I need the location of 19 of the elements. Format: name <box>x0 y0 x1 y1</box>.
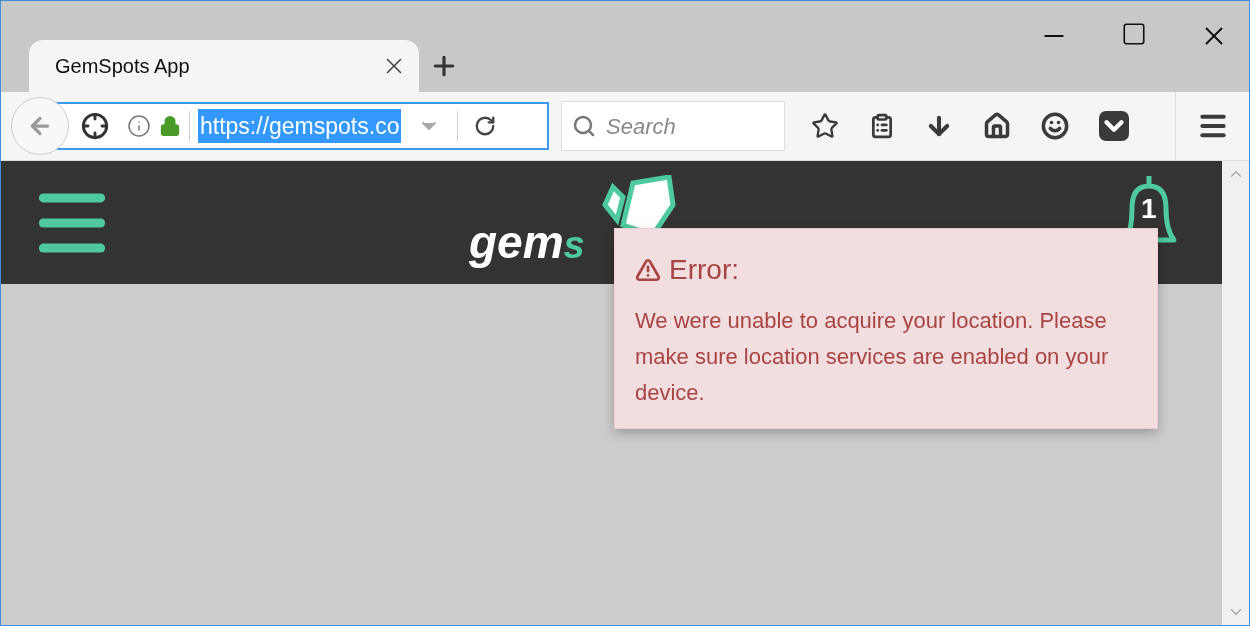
error-message: We were unable to acquire your location. Please make sure location services are enabled on your device. <box>635 307 1110 407</box>
info-icon[interactable] <box>127 114 151 138</box>
error-title: Error: <box>669 253 739 287</box>
reload-icon[interactable] <box>474 115 497 137</box>
bookmark-star-icon[interactable] <box>811 112 839 140</box>
maximize-icon[interactable] <box>1121 21 1147 47</box>
tab-title: GemSpots App <box>55 54 191 79</box>
smiley-icon[interactable] <box>1041 112 1069 140</box>
search-field[interactable]: Search <box>561 101 785 151</box>
pocket-icon[interactable] <box>1099 111 1129 141</box>
lock-icon <box>159 115 181 137</box>
warning-icon <box>635 257 661 283</box>
browser-tab[interactable]: GemSpots App <box>29 40 419 92</box>
search-icon <box>572 114 596 138</box>
url-text[interactable]: https://gemspots.co <box>198 108 402 144</box>
crosshair-icon[interactable] <box>81 112 109 140</box>
clipboard-icon[interactable] <box>869 113 895 139</box>
notification-count: 1 <box>1141 191 1157 226</box>
home-icon[interactable] <box>983 112 1011 140</box>
